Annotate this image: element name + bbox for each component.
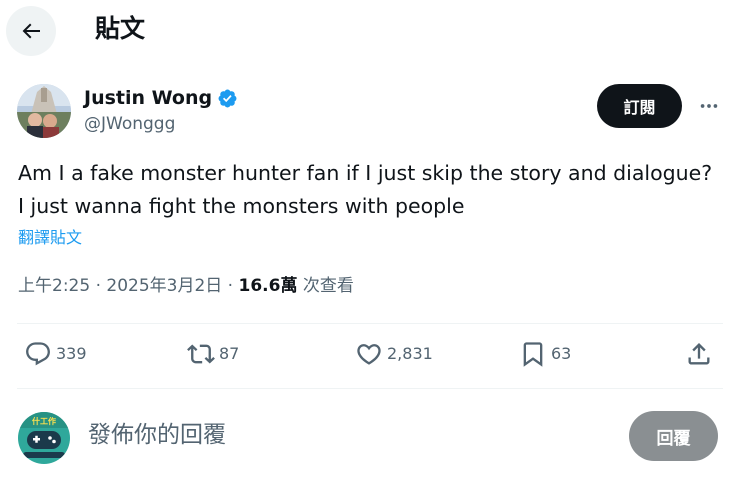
retweet-action[interactable]: 87 <box>187 340 239 368</box>
share-icon <box>688 343 710 365</box>
bookmark-action[interactable]: 63 <box>519 340 571 368</box>
action-bar: 339 87 2,831 63 <box>0 324 740 388</box>
avatar-logo-text: 什工作 <box>32 416 56 426</box>
name-row: Justin Wong <box>84 86 238 110</box>
author-name[interactable]: Justin Wong <box>84 86 212 110</box>
more-button[interactable] <box>695 92 723 120</box>
share-action[interactable] <box>685 340 713 368</box>
translate-link[interactable]: 翻譯貼文 <box>18 227 82 249</box>
viewer-avatar[interactable]: 什工作 <box>18 412 70 464</box>
retweet-icon <box>187 344 215 364</box>
author-avatar[interactable] <box>17 84 71 138</box>
bookmark-count: 63 <box>551 344 572 363</box>
retweet-count: 87 <box>219 344 240 363</box>
back-button[interactable] <box>6 6 56 56</box>
bookmark-icon <box>523 342 543 367</box>
top-bar: 貼文 <box>0 0 740 62</box>
follow-button[interactable]: 訂閱 <box>597 84 682 128</box>
like-icon <box>357 344 381 365</box>
like-count: 2,831 <box>387 344 433 363</box>
tweet-text: Am I a fake monster hunter fan if I just… <box>18 161 713 218</box>
views-count[interactable]: 16.6萬 <box>239 276 298 296</box>
like-action[interactable]: 2,831 <box>355 340 433 368</box>
reply-input[interactable]: 發佈你的回覆 <box>88 419 226 451</box>
reply-button[interactable]: 回覆 <box>629 411 718 461</box>
author-handle[interactable]: @JWonggg <box>84 113 175 135</box>
tweet-timestamp[interactable]: 上午2:25 · 2025年3月2日 · <box>18 276 239 296</box>
views-label: 次查看 <box>297 276 354 296</box>
verified-badge-icon <box>218 89 237 107</box>
tweet-author: Justin Wong @JWonggg 訂閱 <box>17 84 723 140</box>
tweet-meta: 上午2:25 · 2025年3月2日 · 16.6萬 次查看 <box>18 274 354 298</box>
reply-icon <box>26 342 50 366</box>
reply-count: 339 <box>56 344 87 363</box>
reply-composer: 什工作 發佈你的回覆 回覆 <box>0 389 740 494</box>
page-title: 貼文 <box>95 14 146 43</box>
more-icon <box>700 104 718 108</box>
back-arrow-icon <box>22 23 40 39</box>
reply-action[interactable]: 339 <box>24 340 87 368</box>
